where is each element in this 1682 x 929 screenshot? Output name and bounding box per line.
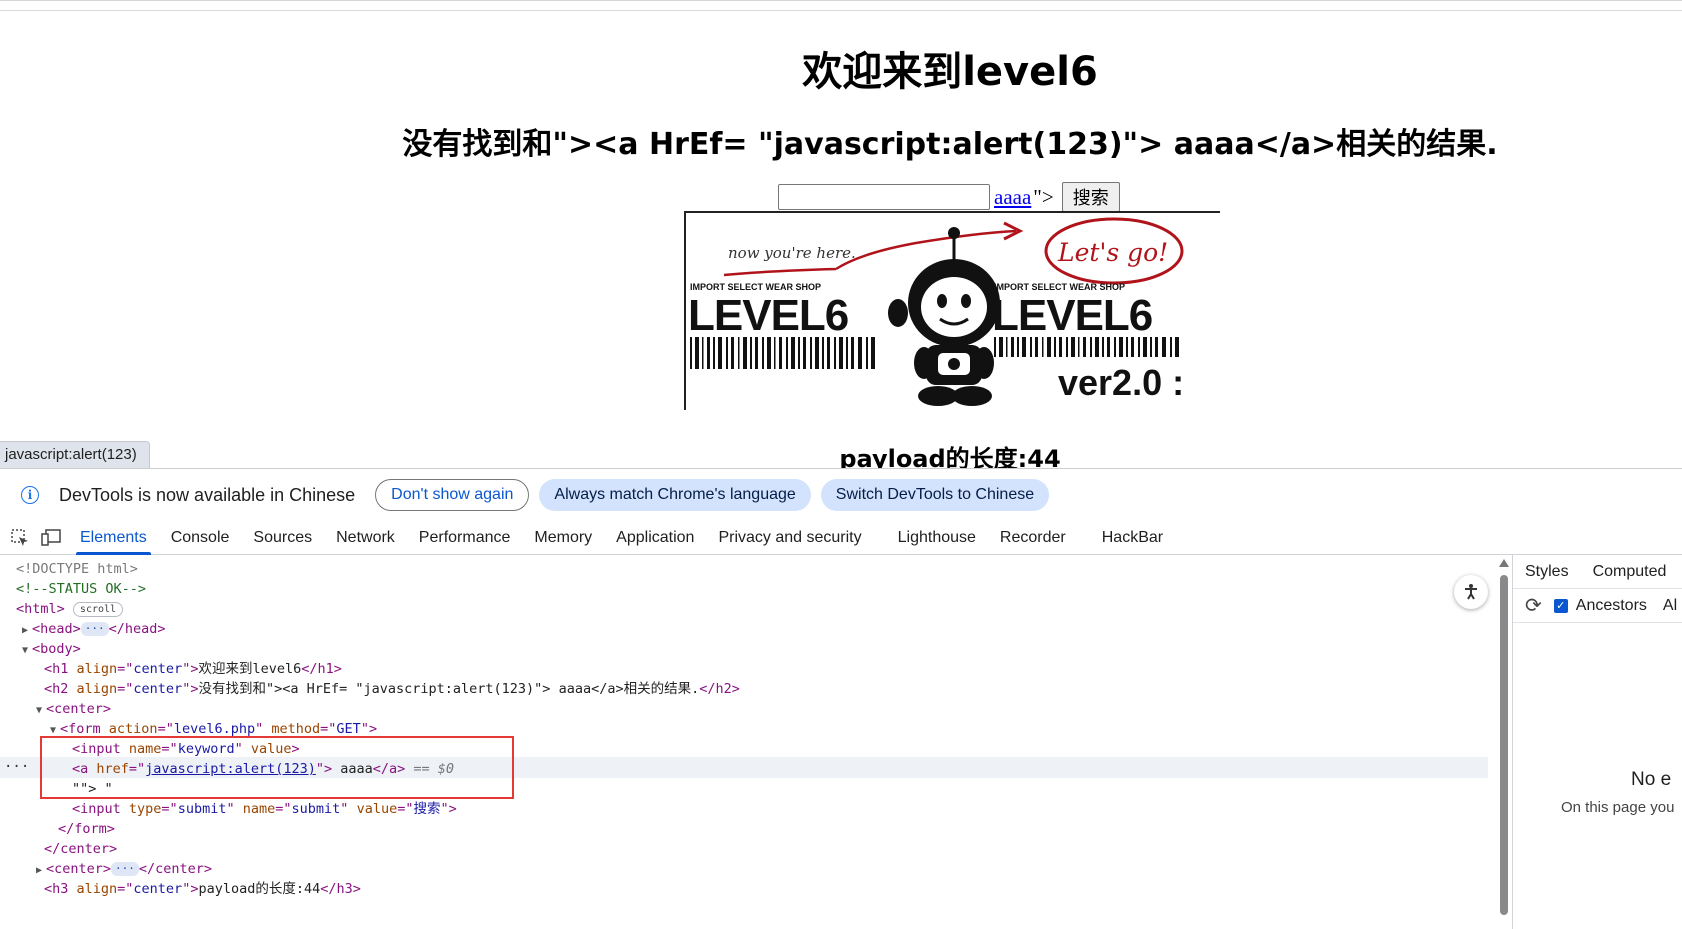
accessibility-icon: [1465, 584, 1477, 600]
dom-line-form-close[interactable]: </form>: [58, 819, 115, 840]
page-viewport: 欢迎来到level6 没有找到和"><a HrEf= "javascript:a…: [0, 0, 1682, 473]
dom-line-head[interactable]: ▶ <head> ··· </head>: [22, 619, 166, 640]
tab-memory[interactable]: Memory: [522, 521, 604, 555]
tab-styles[interactable]: Styles: [1513, 563, 1581, 581]
infobar-message: DevTools is now available in Chinese: [59, 484, 356, 505]
toolbar-divider: [0, 10, 1682, 11]
level-banner-image: now you're here. Let's go! IMPORT SELECT…: [684, 211, 1220, 410]
search-submit-button[interactable]: 搜索: [1061, 182, 1120, 212]
tab-lighthouse[interactable]: Lighthouse: [886, 521, 988, 555]
tab-computed[interactable]: Computed: [1581, 563, 1679, 581]
tab-console[interactable]: Console: [159, 521, 242, 555]
language-infobar: i DevTools is now available in Chinese D…: [0, 469, 1682, 521]
center-collapsed-ellipsis[interactable]: ···: [111, 862, 139, 876]
barcode-right: [994, 337, 1179, 357]
styles-tabbar: Styles Computed: [1513, 555, 1682, 589]
scroll-thumb[interactable]: [1500, 575, 1508, 915]
ancestors-label: Ancestors: [1575, 596, 1647, 614]
tab-network[interactable]: Network: [324, 521, 407, 555]
banner-note: now you're here.: [728, 244, 856, 262]
tab-recorder[interactable]: Recorder: [988, 521, 1078, 555]
brand-big-right: LEVEL6: [992, 291, 1152, 340]
inspect-element-icon[interactable]: [10, 528, 30, 548]
tab-privacy-security[interactable]: Privacy and security: [706, 521, 873, 555]
elements-dom-tree: ··· <!DOCTYPE html> <!--STATUS OK--> <ht…: [0, 555, 1496, 929]
always-match-language-button[interactable]: Always match Chrome's language: [539, 479, 811, 511]
dom-line-doctype[interactable]: <!DOCTYPE html>: [16, 559, 138, 580]
device-toolbar-icon[interactable]: [40, 528, 61, 548]
page-heading: 欢迎来到level6: [802, 49, 1098, 95]
dom-line-input-submit[interactable]: <input type="submit" name="submit" value…: [72, 799, 457, 820]
brand-big-left: LEVEL6: [688, 291, 848, 340]
result-heading: 没有找到和"><a HrEf= "javascript:alert(123)">…: [402, 127, 1498, 162]
devtools-panel: i DevTools is now available in Chinese D…: [0, 468, 1682, 929]
dom-line-comment[interactable]: <!--STATUS OK-->: [16, 579, 146, 600]
dom-line-html[interactable]: <html> scroll: [16, 599, 124, 620]
scroll-badge[interactable]: scroll: [72, 601, 124, 617]
tab-performance[interactable]: Performance: [407, 521, 523, 555]
search-form: aaaa "> 搜索: [778, 182, 1120, 212]
dont-show-again-button[interactable]: Don't show again: [375, 479, 530, 511]
tab-hackbar[interactable]: HackBar: [1090, 521, 1175, 555]
mascot-robot: [888, 227, 1000, 406]
tab-application[interactable]: Application: [604, 521, 706, 555]
all-label: Al: [1662, 596, 1678, 614]
no-element-subtext: On this page you: [1561, 799, 1675, 816]
accessibility-tree-button[interactable]: [1454, 575, 1488, 609]
dom-line-center-collapsed[interactable]: ▶ <center> ··· </center>: [36, 859, 212, 880]
ancestors-checkbox[interactable]: ✓: [1553, 598, 1568, 613]
styles-pane: Styles Computed ⟳ ✓ Ancestors Al No e On…: [1512, 555, 1682, 929]
node-actions-ellipsis[interactable]: ···: [4, 757, 29, 778]
dom-line-body[interactable]: ▼ <body>: [22, 639, 81, 660]
dom-line-center-close[interactable]: </center>: [44, 839, 117, 860]
info-icon: i: [21, 486, 39, 504]
elements-scrollbar[interactable]: [1496, 555, 1512, 929]
dom-line-h1[interactable]: <h1 align="center">欢迎来到level6</h1>: [44, 659, 342, 680]
barcode-left: [690, 337, 875, 369]
banner-graphic: now you're here. Let's go! IMPORT SELECT…: [688, 217, 1184, 406]
tab-sources[interactable]: Sources: [241, 521, 324, 555]
dom-line-h2[interactable]: <h2 align="center">没有找到和"><a HrEf= "java…: [44, 679, 740, 700]
scroll-up-arrow-icon[interactable]: [1499, 559, 1509, 567]
dom-line-h3[interactable]: <h3 align="center">payload的长度:44</h3>: [44, 879, 361, 900]
head-collapsed-ellipsis[interactable]: ···: [80, 622, 109, 636]
styles-filter-row: ⟳ ✓ Ancestors Al: [1513, 589, 1682, 623]
banner-version: ver2.0 :: [1058, 362, 1184, 403]
keyword-input[interactable]: [778, 184, 990, 210]
injected-link[interactable]: aaaa: [994, 185, 1031, 210]
dom-line-center[interactable]: ▼ <center>: [36, 699, 111, 720]
refresh-icon[interactable]: ⟳: [1525, 593, 1542, 618]
injected-text: ">: [1033, 184, 1054, 209]
tab-elements[interactable]: Elements: [68, 521, 159, 555]
annotation-red-box: [40, 736, 514, 799]
devtools-tabbar: Elements Console Sources Network Perform…: [0, 521, 1682, 555]
no-element-message: No e: [1631, 769, 1672, 790]
switch-to-chinese-button[interactable]: Switch DevTools to Chinese: [820, 479, 1050, 511]
lets-go-text: Let's go!: [1057, 238, 1168, 267]
